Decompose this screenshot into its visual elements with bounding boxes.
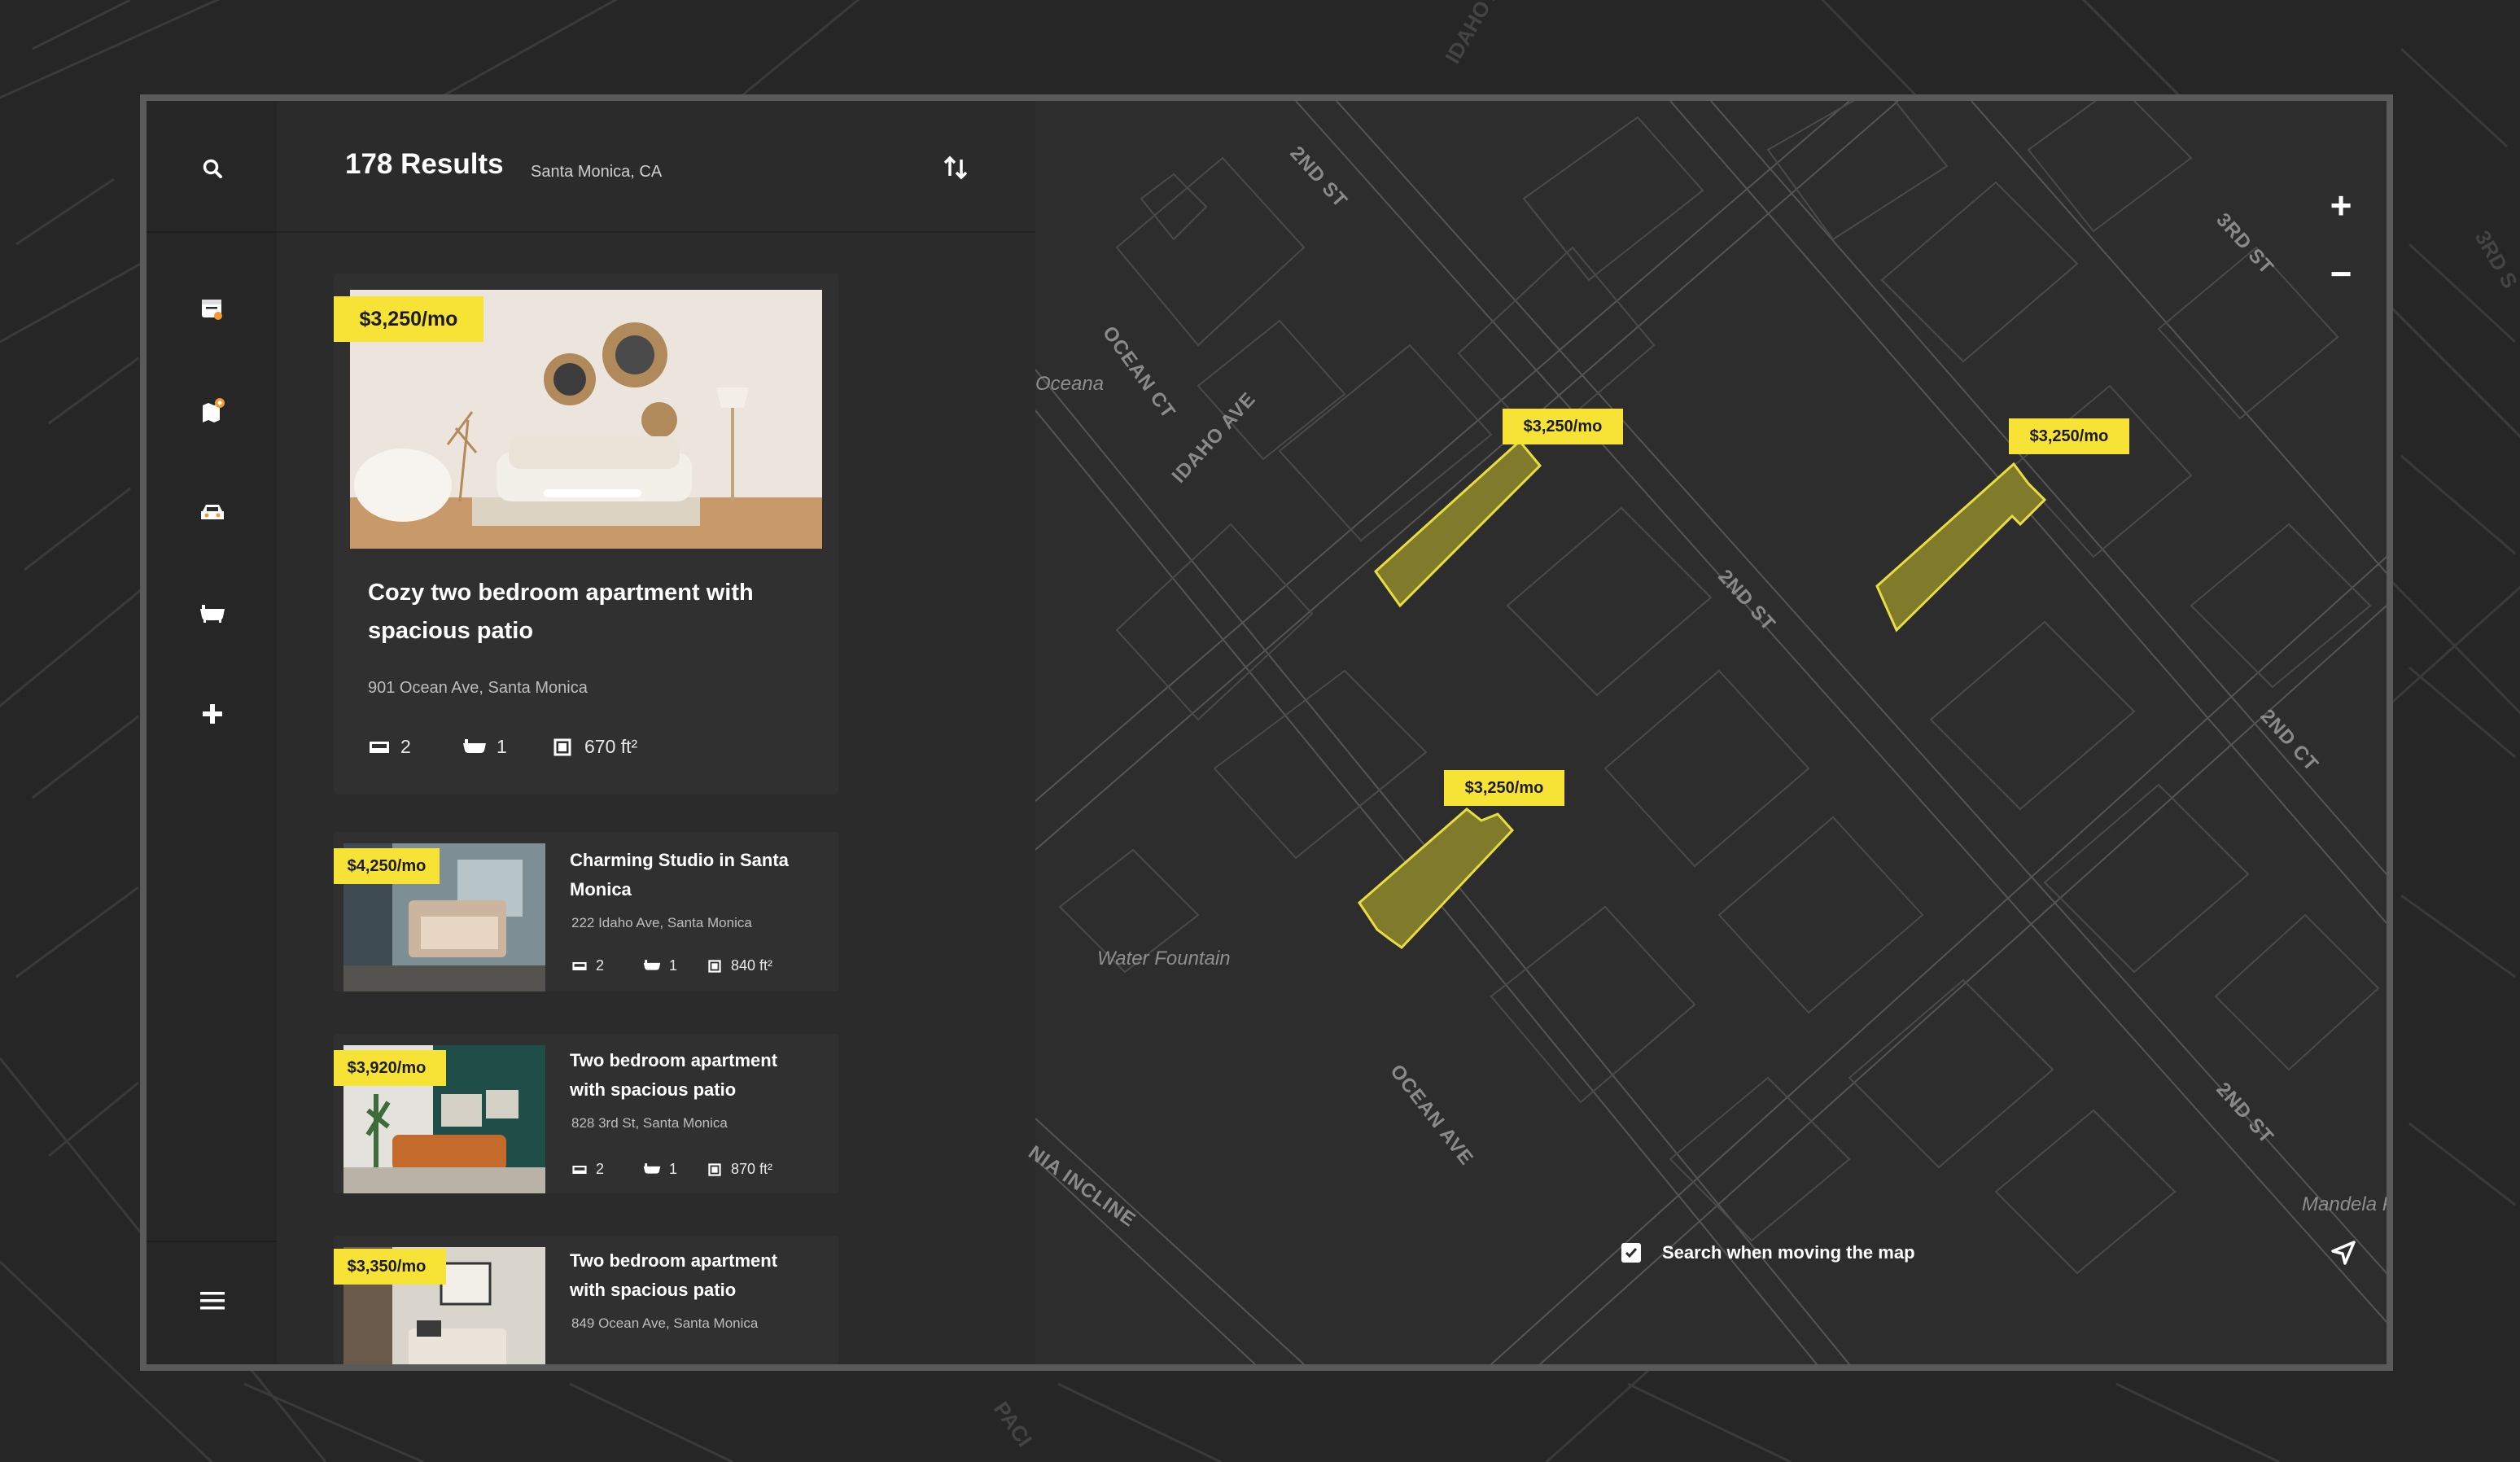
bathtub-icon xyxy=(643,1163,661,1174)
listing-title: Charming Studio in Santa xyxy=(570,850,789,870)
baths-count: 1 xyxy=(497,736,507,757)
baths-count: 1 xyxy=(669,1161,678,1177)
rail-menu-area xyxy=(147,1241,277,1364)
menu-icon[interactable] xyxy=(200,1291,225,1311)
beds-count: 2 xyxy=(400,736,411,757)
area-feature: 840 ft² xyxy=(708,957,772,974)
baths-feature: 1 xyxy=(462,736,507,758)
listing-title: Two bedroom apartment xyxy=(570,1250,778,1271)
highlighted-building[interactable] xyxy=(1875,462,2047,633)
search-on-move-label: Search when moving the map xyxy=(1662,1242,1915,1263)
beds-feature: 2 xyxy=(368,736,411,758)
results-panel: 178 Results Santa Monica, CA $3,250/mo C… xyxy=(277,101,1035,1364)
listing-title: Two bedroom apartment xyxy=(570,1050,778,1070)
beds-count: 2 xyxy=(596,957,605,974)
bed-icon xyxy=(572,1165,587,1174)
price-badge: $3,350/mo xyxy=(334,1249,446,1285)
area-icon xyxy=(708,1162,721,1176)
bg-street-label: 3RD S xyxy=(2470,226,2520,292)
search-on-move-toggle[interactable]: Search when moving the map xyxy=(1621,1242,1915,1263)
highlighted-building[interactable] xyxy=(1358,808,1515,949)
map-price-pin[interactable]: $3,250/mo xyxy=(1444,770,1564,806)
listing-address: 828 3rd St, Santa Monica xyxy=(571,1115,728,1131)
bg-street-label: IDAHO AVE xyxy=(1440,0,1519,68)
results-count: 178 Results xyxy=(345,148,504,180)
map-streets xyxy=(1035,101,2387,1364)
icon-rail xyxy=(147,101,277,1364)
calendar-icon[interactable] xyxy=(200,296,225,321)
area-value: 870 ft² xyxy=(731,1161,773,1177)
search-on-move-checkbox[interactable] xyxy=(1621,1243,1641,1263)
results-header: 178 Results Santa Monica, CA xyxy=(277,101,1035,233)
results-location: Santa Monica, CA xyxy=(531,163,663,181)
listing-address: 849 Ocean Ave, Santa Monica xyxy=(571,1315,759,1331)
locate-me-icon[interactable] xyxy=(2330,1239,2357,1267)
rail-search-area xyxy=(147,101,277,233)
highlighted-building[interactable] xyxy=(1374,439,1542,608)
area-value: 670 ft² xyxy=(584,736,638,757)
plus-icon[interactable] xyxy=(202,703,223,724)
bathtub-icon[interactable] xyxy=(199,602,226,624)
zoom-out-button[interactable]: − xyxy=(2317,249,2365,298)
listing-title: spacious patio xyxy=(368,618,534,644)
listing-title: Monica xyxy=(570,879,632,900)
area-value: 840 ft² xyxy=(731,957,773,974)
beds-feature: 2 xyxy=(571,957,604,974)
listing-title: with spacious patio xyxy=(570,1280,737,1300)
price-badge: $3,920/mo xyxy=(334,1050,446,1086)
listing-card[interactable]: $3,920/mo Two bedroom apartment with spa… xyxy=(334,1034,838,1193)
listing-title: Cozy two bedroom apartment with xyxy=(368,580,754,606)
listing-title: with spacious patio xyxy=(570,1079,737,1100)
app-window: 178 Results Santa Monica, CA $3,250/mo C… xyxy=(140,94,2393,1371)
listing-card[interactable]: $3,350/mo Two bedroom apartment with spa… xyxy=(334,1236,838,1364)
sort-icon[interactable] xyxy=(941,151,973,184)
bathtub-icon xyxy=(643,960,661,970)
map-price-pin[interactable]: $3,250/mo xyxy=(2009,418,2129,454)
area-icon xyxy=(553,738,571,755)
poi-label: Mandela P xyxy=(2302,1193,2393,1215)
listing-address: 222 Idaho Ave, Santa Monica xyxy=(571,915,752,930)
featured-listing-card[interactable]: $3,250/mo Cozy two bedroom apartment wit… xyxy=(334,274,838,794)
area-feature: 870 ft² xyxy=(708,1161,772,1178)
area-feature: 670 ft² xyxy=(553,736,637,758)
price-badge: $4,250/mo xyxy=(334,848,440,884)
baths-feature: 1 xyxy=(643,1161,677,1178)
bg-street-label: PACI xyxy=(989,1397,1037,1451)
baths-feature: 1 xyxy=(643,957,677,974)
listing-card[interactable]: $4,250/mo Charming Studio in Santa Monic… xyxy=(334,832,838,991)
search-icon[interactable] xyxy=(202,158,223,179)
beds-feature: 2 xyxy=(571,1161,604,1178)
baths-count: 1 xyxy=(669,957,678,974)
bed-icon xyxy=(370,741,389,753)
zoom-in-button[interactable]: + xyxy=(2317,181,2365,230)
bathtub-icon xyxy=(463,738,486,753)
price-badge: $3,250/mo xyxy=(334,296,483,342)
car-icon[interactable] xyxy=(199,501,226,524)
area-icon xyxy=(708,959,721,973)
beds-count: 2 xyxy=(596,1161,605,1177)
listing-address: 901 Ocean Ave, Santa Monica xyxy=(368,679,588,697)
bed-icon xyxy=(572,961,587,970)
poi-label: Oceana xyxy=(1035,373,1105,395)
map-view[interactable]: $3,250/mo $3,250/mo $3,250/mo 2ND ST 3RD… xyxy=(1024,101,2387,1364)
map-pin-icon[interactable] xyxy=(200,397,226,423)
checkmark-icon xyxy=(1625,1248,1638,1258)
poi-label: Water Fountain xyxy=(1097,948,1231,970)
map-price-pin[interactable]: $3,250/mo xyxy=(1503,409,1623,444)
